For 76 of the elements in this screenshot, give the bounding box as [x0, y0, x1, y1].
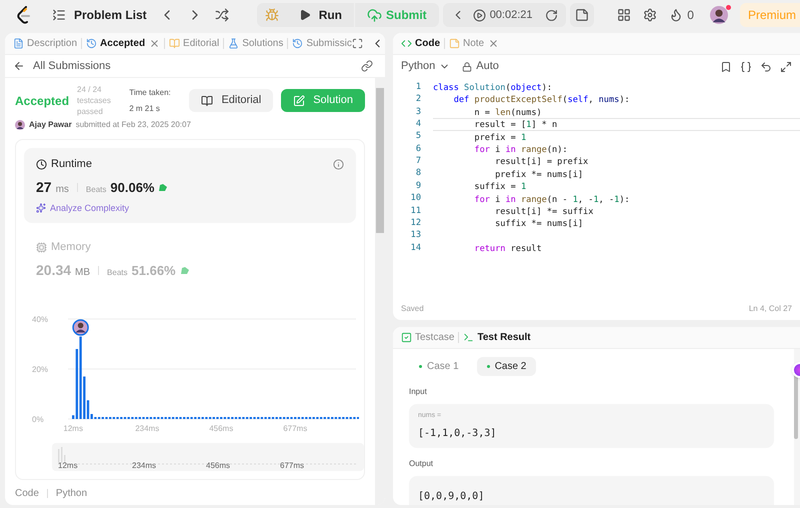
problem-list-link[interactable]: Problem List: [74, 6, 147, 24]
metric-title: Runtime: [51, 157, 92, 172]
code-line[interactable]: prefix *= nums[i]: [433, 168, 800, 180]
y-tick-label: 0%: [32, 414, 44, 424]
auto-mode[interactable]: Auto: [476, 58, 499, 75]
cursor-position: Ln 4, Col 27: [748, 303, 792, 315]
metric-value: 27: [36, 178, 52, 196]
code-line[interactable]: suffix *= nums[i]: [433, 217, 800, 230]
metric-panel[interactable]: Runtime 27 ms Beats 90.06% Analyze Complexity: [24, 148, 356, 223]
line-number: 2: [414, 93, 421, 106]
streak-count: 0: [687, 7, 694, 24]
code-line[interactable]: class Solution(object):: [433, 81, 800, 94]
line-number: 4: [414, 118, 421, 131]
output-value: [0,0,9,0,0]: [418, 490, 484, 502]
line-number: 14: [410, 242, 421, 255]
x-tick-label: 234ms: [135, 424, 160, 432]
code-line[interactable]: prefix = 1: [433, 130, 800, 143]
panel-tab[interactable]: Code: [415, 36, 440, 51]
metric-unit: MB: [75, 266, 90, 280]
all-submissions-link[interactable]: All Submissions: [33, 58, 111, 74]
panel-tab[interactable]: Test Result: [477, 330, 531, 345]
input-value: [-1,1,0,-3,3]: [418, 426, 498, 440]
code-line[interactable]: for i in range(n - 1, -1, -1):: [433, 192, 800, 205]
code-line[interactable]: n = len(nums): [433, 106, 800, 118]
line-number: 1: [414, 80, 421, 94]
x-tick-label: 677ms: [283, 424, 308, 432]
metric-title: Memory: [51, 240, 91, 255]
line-number: 3: [414, 106, 421, 118]
author-name[interactable]: Ajay Pawar: [29, 119, 72, 131]
language-label: Python: [56, 487, 88, 501]
code-line[interactable]: suffix = 1: [433, 180, 800, 193]
time-taken: Time taken: 2 m 21 s: [129, 86, 172, 114]
line-number: 5: [414, 130, 421, 144]
navigator-label: 677ms: [280, 460, 306, 472]
y-tick-label: 40%: [32, 314, 48, 324]
save-status: Saved: [401, 303, 424, 315]
analyze-complexity-link[interactable]: Analyze Complexity: [50, 202, 130, 215]
beats-label: Beats: [107, 266, 128, 278]
navigator-label: 12ms: [58, 460, 79, 472]
submission-date: submitted at Feb 23, 2025 20:07: [76, 119, 191, 131]
line-number: 8: [414, 167, 421, 180]
y-tick-label: 20%: [32, 364, 48, 374]
timer: 00:02:21: [490, 8, 533, 23]
beats-label: Beats: [86, 184, 106, 196]
metric-unit: ms: [56, 182, 69, 196]
code-label: Code: [15, 487, 39, 501]
line-number: 13: [410, 229, 421, 242]
case-tab[interactable]: Case 2: [476, 357, 536, 376]
code-line[interactable]: result[i] *= suffix: [433, 204, 800, 218]
line-number: 6: [414, 142, 421, 156]
testcases-passed: 24 / 24 testcases passed: [77, 84, 112, 117]
run-button[interactable]: Run: [286, 3, 354, 27]
x-tick-label: 12ms: [63, 424, 83, 432]
beats-percent: 51.66%: [132, 262, 176, 280]
status-accepted: Accepted: [15, 92, 70, 110]
input-label: Input: [409, 386, 428, 398]
beats-percent: 90.06%: [110, 178, 154, 196]
line-number: 12: [410, 217, 421, 230]
x-tick-label: 456ms: [209, 424, 234, 432]
line-number: 10: [410, 192, 421, 206]
code-line[interactable]: return result: [433, 242, 800, 254]
range-navigator[interactable]: 12ms 234ms 456ms 677ms: [52, 442, 364, 470]
line-number: 9: [414, 180, 421, 193]
metric-value: 20.34: [36, 260, 72, 280]
navigator-label: 234ms: [132, 460, 158, 472]
panel-tab[interactable]: Accepted: [100, 36, 146, 51]
line-number: 7: [414, 155, 421, 168]
editorial-button[interactable]: Editorial: [189, 89, 274, 112]
code-line[interactable]: result[i] = prefix: [433, 155, 800, 168]
output-label: Output: [409, 458, 434, 470]
code-line[interactable]: result = [1] * n: [433, 118, 800, 131]
language-dropdown[interactable]: Python: [401, 58, 436, 75]
navigator-label: 456ms: [206, 460, 232, 472]
code-line[interactable]: for i in range(n):: [433, 142, 800, 156]
line-number: 11: [410, 204, 421, 218]
code-line[interactable]: def productExceptSelf(self, nums):: [433, 93, 800, 106]
